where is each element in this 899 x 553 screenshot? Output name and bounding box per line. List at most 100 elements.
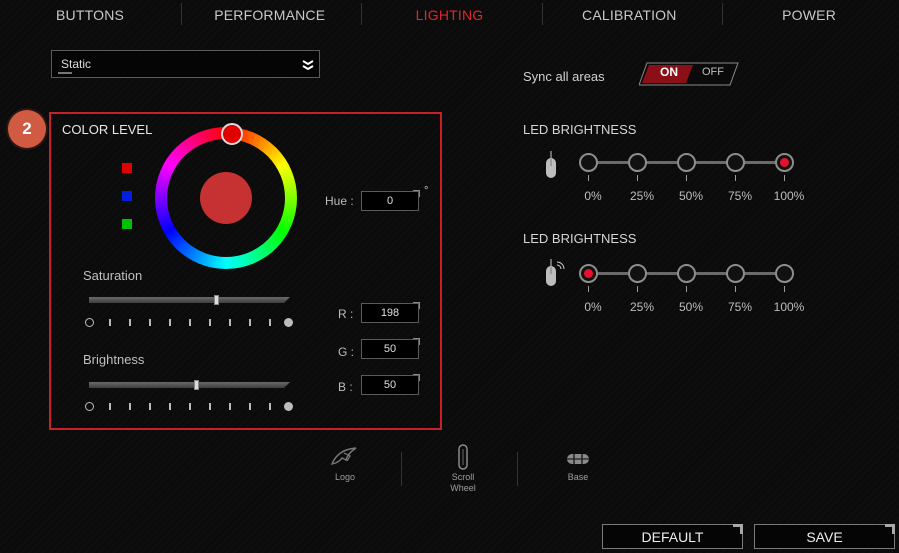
- area-base[interactable]: Base: [538, 440, 618, 500]
- tab-lighting[interactable]: LIGHTING: [360, 0, 540, 30]
- led-level-tick: [735, 286, 736, 292]
- scroll-wheel-icon: [458, 444, 468, 470]
- led-level-node[interactable]: [628, 264, 647, 283]
- tab-bar: BUTTONS PERFORMANCE LIGHTING CALIBRATION…: [0, 0, 899, 30]
- scale-tick: [129, 319, 131, 326]
- led-level-node[interactable]: [579, 153, 598, 172]
- area-scroll-wheel-label: Scroll Wheel: [450, 472, 476, 493]
- saturation-scale: [85, 318, 293, 328]
- rog-logo-icon: [330, 447, 357, 465]
- area-logo-label: Logo: [334, 472, 356, 482]
- led-level-node[interactable]: [677, 153, 696, 172]
- brightness-label: Brightness: [83, 352, 145, 367]
- tab-divider: [722, 3, 723, 25]
- area-scroll-wheel[interactable]: Scroll Wheel: [423, 440, 503, 500]
- led-level-tick: [784, 286, 785, 292]
- b-input[interactable]: 50: [361, 374, 420, 395]
- led-level-node[interactable]: [677, 264, 696, 283]
- scale-tick: [149, 319, 151, 326]
- hue-input[interactable]: 0: [361, 190, 420, 211]
- led-level-label: 100%: [773, 189, 805, 203]
- tab-divider: [361, 3, 362, 25]
- g-input[interactable]: 50: [361, 338, 420, 359]
- led-level-node[interactable]: [726, 264, 745, 283]
- tab-power[interactable]: POWER: [719, 0, 899, 30]
- preset-red-swatch[interactable]: [122, 163, 132, 173]
- led-brightness-title: LED BRIGHTNESS: [523, 122, 637, 137]
- led-level-tick: [784, 175, 785, 181]
- led-level-label: 100%: [773, 300, 805, 314]
- area-base-label: Base: [567, 472, 589, 482]
- led-level-label: 0%: [584, 189, 602, 203]
- led-level-node[interactable]: [726, 153, 745, 172]
- r-input[interactable]: 198: [361, 302, 420, 323]
- scale-tick: [169, 403, 171, 410]
- scale-tick: [189, 319, 191, 326]
- dropdown-accent-bar: [58, 72, 72, 74]
- hue-color-wheel[interactable]: [154, 126, 298, 270]
- area-divider: [401, 452, 402, 486]
- led-level-node[interactable]: [628, 153, 647, 172]
- button-corner-accent: [885, 524, 895, 534]
- toggle-frame: [639, 62, 739, 86]
- lighting-effect-dropdown[interactable]: Static: [51, 50, 320, 78]
- area-logo[interactable]: Logo: [305, 440, 385, 500]
- led-level-tick: [588, 175, 589, 181]
- scale-tick: [169, 319, 171, 326]
- tab-performance[interactable]: PERFORMANCE: [180, 0, 360, 30]
- saturation-slider[interactable]: [89, 297, 290, 303]
- mouse-icon: [546, 151, 556, 178]
- sync-toggle[interactable]: ON OFF: [639, 62, 739, 86]
- scale-max-marker: [284, 318, 293, 327]
- led-brightness-title: LED BRIGHTNESS: [523, 231, 637, 246]
- led-level-label: 75%: [727, 189, 753, 203]
- scale-max-marker: [284, 402, 293, 411]
- led-level-label: 50%: [678, 300, 704, 314]
- save-button[interactable]: SAVE: [754, 524, 895, 549]
- current-color-preview: [200, 172, 252, 224]
- wireless-mouse-icon: [546, 259, 565, 286]
- toggle-off-label: OFF: [702, 66, 724, 78]
- led-level-label: 25%: [629, 300, 655, 314]
- led-level-node[interactable]: [775, 264, 794, 283]
- step-badge: 2: [8, 110, 46, 148]
- scale-tick: [209, 403, 211, 410]
- scale-tick: [229, 319, 231, 326]
- brightness-scale: [85, 402, 293, 412]
- scale-tick: [209, 319, 211, 326]
- brightness-slider[interactable]: [89, 382, 290, 388]
- default-button-label: DEFAULT: [641, 528, 704, 545]
- preset-green-swatch[interactable]: [122, 219, 132, 229]
- scale-tick: [149, 403, 151, 410]
- led-level-tick: [686, 286, 687, 292]
- led-level-node[interactable]: [579, 264, 598, 283]
- scale-min-marker: [85, 318, 94, 327]
- led-level-node[interactable]: [775, 153, 794, 172]
- scale-tick: [269, 403, 271, 410]
- default-button[interactable]: DEFAULT: [602, 524, 743, 549]
- led-level-tick: [637, 175, 638, 181]
- tab-divider: [542, 3, 543, 25]
- scale-tick: [229, 403, 231, 410]
- tab-calibration[interactable]: CALIBRATION: [539, 0, 719, 30]
- scale-tick: [109, 319, 111, 326]
- area-divider: [517, 452, 518, 486]
- base-icon: [567, 454, 589, 464]
- degree-symbol: °: [424, 185, 429, 197]
- brightness-slider-thumb[interactable]: [194, 380, 199, 390]
- scale-tick: [249, 319, 251, 326]
- led-level-tick: [735, 175, 736, 181]
- color-level-title: COLOR LEVEL: [62, 122, 153, 137]
- scale-min-marker: [85, 402, 94, 411]
- preset-blue-swatch[interactable]: [122, 191, 132, 201]
- led-level-label: 50%: [678, 189, 704, 203]
- scale-tick: [249, 403, 251, 410]
- led-level-label: 0%: [584, 300, 602, 314]
- led-level-label: 75%: [727, 300, 753, 314]
- saturation-slider-thumb[interactable]: [214, 295, 219, 305]
- tab-buttons[interactable]: BUTTONS: [0, 0, 180, 30]
- led-level-tick: [637, 286, 638, 292]
- scale-tick: [189, 403, 191, 410]
- toggle-on-label: ON: [660, 65, 678, 79]
- hue-handle[interactable]: [221, 123, 243, 145]
